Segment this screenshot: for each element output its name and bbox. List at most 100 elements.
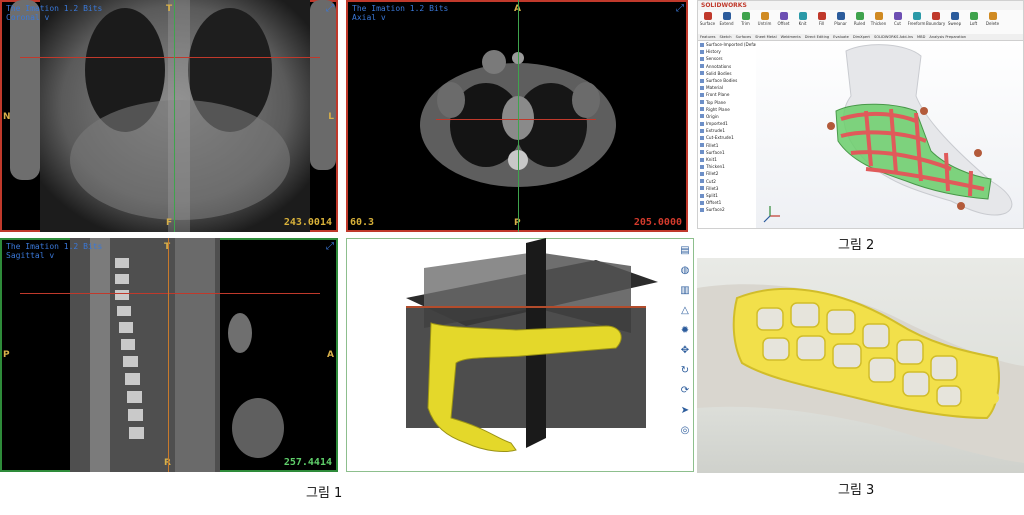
ribbon-button[interactable]: Delete bbox=[983, 10, 1002, 32]
model-viewport[interactable] bbox=[756, 41, 1023, 228]
tree-item[interactable]: Fillet1 bbox=[698, 142, 756, 149]
expand-icon[interactable]: ⤢ bbox=[676, 3, 684, 14]
tree-item[interactable]: History bbox=[698, 48, 756, 55]
tree-item[interactable]: Surface2 bbox=[698, 206, 756, 213]
tree-item[interactable]: Top Plane bbox=[698, 99, 756, 106]
settings-icon[interactable]: ✹ bbox=[678, 324, 692, 338]
tree-item[interactable]: Extrude1 bbox=[698, 127, 756, 134]
ribbon-button[interactable]: Loft bbox=[964, 10, 983, 32]
ribbon-tool-icon bbox=[779, 12, 788, 20]
axial-crosshair[interactable] bbox=[20, 293, 320, 294]
tree-item[interactable]: Fillet3 bbox=[698, 185, 756, 192]
tree-item[interactable]: Origin bbox=[698, 113, 756, 120]
cone-icon[interactable]: △ bbox=[678, 304, 692, 318]
command-tab[interactable]: DimXpert bbox=[851, 34, 872, 40]
tree-item-label: Top Plane bbox=[706, 99, 726, 105]
tree-item[interactable]: Right Plane bbox=[698, 106, 756, 113]
ribbon-label: Extend bbox=[719, 21, 734, 26]
ribbon-button[interactable]: Thicken bbox=[869, 10, 888, 32]
tree-item[interactable]: Offset1 bbox=[698, 199, 756, 206]
ribbon-tool-icon bbox=[836, 12, 845, 20]
ribbon-button[interactable]: Ruled bbox=[850, 10, 869, 32]
move-icon[interactable]: ✥ bbox=[678, 344, 692, 358]
ribbon-button[interactable]: Trim bbox=[736, 10, 755, 32]
coronal-crosshair[interactable] bbox=[436, 119, 596, 120]
sagittal-viewport[interactable]: The Imation 1.2 BitsSagittal v ⤢ T P A R… bbox=[0, 238, 338, 472]
tree-item[interactable]: Knit1 bbox=[698, 156, 756, 163]
sagittal-ct-image bbox=[70, 238, 284, 472]
tree-item[interactable]: Surface Bodies bbox=[698, 77, 756, 84]
tree-item-label: Imported1 bbox=[706, 121, 728, 127]
axial-viewport[interactable]: The Imation 1.2 BitsAxial v ⤢ A P 60.3 2… bbox=[346, 0, 688, 232]
tree-item[interactable]: Surface1 bbox=[698, 149, 756, 156]
command-tab[interactable]: Direct Editing bbox=[803, 34, 831, 40]
command-tab[interactable]: Surfaces bbox=[734, 34, 754, 40]
volume-3d-viewport[interactable]: ▤ ◍ ▥ △ ✹ ✥ ↻ ⟳ ➤ ◎ bbox=[346, 238, 694, 472]
tree-item[interactable]: Material bbox=[698, 84, 756, 91]
feature-tree: Surface-Imported (Default) History Sensors… bbox=[698, 41, 763, 228]
slice-icon[interactable]: ▥ bbox=[678, 284, 692, 298]
ribbon-button[interactable]: Surface bbox=[698, 10, 717, 32]
coronal-crosshair[interactable] bbox=[168, 238, 169, 472]
refresh-icon[interactable]: ⟳ bbox=[678, 384, 692, 398]
tree-item[interactable]: Imported1 bbox=[698, 120, 756, 127]
ribbon-button[interactable]: Untrim bbox=[755, 10, 774, 32]
coronal-viewport[interactable]: The Imation 1.2 Bits Coronal v ⤢ T N L F … bbox=[0, 0, 338, 232]
globe-icon[interactable]: ◍ bbox=[678, 264, 692, 278]
command-tab[interactable]: Sketch bbox=[717, 34, 733, 40]
ribbon-button[interactable]: Fill bbox=[812, 10, 831, 32]
ribbon-button[interactable]: Knit bbox=[793, 10, 812, 32]
sagittal-crosshair[interactable] bbox=[174, 0, 175, 232]
ribbon-tool-icon bbox=[931, 12, 940, 20]
command-tab[interactable]: Sheet Metal bbox=[753, 34, 778, 40]
tree-item[interactable]: Thicken1 bbox=[698, 163, 756, 170]
ribbon-button[interactable]: Boundary bbox=[926, 10, 945, 32]
tree-item[interactable]: Solid Bodies bbox=[698, 70, 756, 77]
tree-item-label: Fillet3 bbox=[706, 185, 719, 191]
feature-icon bbox=[700, 92, 704, 97]
feature-icon bbox=[700, 64, 704, 69]
target-icon[interactable]: ◎ bbox=[678, 424, 692, 438]
feature-icon bbox=[700, 200, 704, 205]
feature-icon bbox=[700, 143, 704, 148]
sagittal-crosshair[interactable] bbox=[518, 0, 519, 232]
tree-item[interactable]: Cut2 bbox=[698, 178, 756, 185]
command-tab[interactable]: Analysis Preparation bbox=[927, 34, 968, 40]
ribbon-button[interactable]: Offset bbox=[774, 10, 793, 32]
ribbon-button[interactable]: Freeform bbox=[907, 10, 926, 32]
axial-crosshair[interactable] bbox=[20, 57, 320, 58]
layers-icon[interactable]: ▤ bbox=[678, 244, 692, 258]
feature-icon bbox=[700, 179, 704, 184]
command-tab[interactable]: Evaluate bbox=[831, 34, 851, 40]
command-tab[interactable]: MBD bbox=[915, 34, 927, 40]
tree-item-label: Front Plane bbox=[706, 92, 730, 98]
expand-icon[interactable]: ⤢ bbox=[326, 3, 334, 14]
tree-item[interactable]: Fillet2 bbox=[698, 170, 756, 177]
tree-item[interactable]: Split1 bbox=[698, 192, 756, 199]
cursor-icon[interactable]: ➤ bbox=[678, 404, 692, 418]
tree-item[interactable]: Front Plane bbox=[698, 91, 756, 98]
command-tab[interactable]: Weldments bbox=[779, 34, 803, 40]
feature-icon bbox=[700, 150, 704, 155]
feature-icon bbox=[700, 121, 704, 126]
expand-icon[interactable]: ⤢ bbox=[326, 241, 334, 252]
ribbon-button[interactable]: Cut bbox=[888, 10, 907, 32]
ribbon-button[interactable]: Sweep bbox=[945, 10, 964, 32]
tree-item-label: Right Plane bbox=[706, 106, 730, 112]
tree-item[interactable]: Cut-Extrude1 bbox=[698, 134, 756, 141]
tree-item[interactable]: Annotations bbox=[698, 63, 756, 70]
tree-item-label: Cut-Extrude1 bbox=[706, 135, 734, 141]
tree-item-label: Solid Bodies bbox=[706, 70, 732, 76]
ribbon-button[interactable]: Extend bbox=[717, 10, 736, 32]
orientation-right: A bbox=[327, 350, 334, 360]
tree-item[interactable]: Sensors bbox=[698, 55, 756, 62]
rotate-icon[interactable]: ↻ bbox=[678, 364, 692, 378]
command-tab[interactable]: SOLIDWORKS Add-Ins bbox=[872, 34, 915, 40]
command-tab[interactable]: Features bbox=[698, 34, 717, 40]
ribbon-button[interactable]: Planar bbox=[831, 10, 850, 32]
window-value: 60.3 bbox=[350, 217, 375, 228]
tree-item[interactable]: Surface-Imported (Default) bbox=[698, 41, 763, 48]
orientation-left: N bbox=[3, 112, 11, 122]
arm-splint-model bbox=[763, 44, 1013, 223]
ribbon-label: Cut bbox=[894, 21, 901, 26]
